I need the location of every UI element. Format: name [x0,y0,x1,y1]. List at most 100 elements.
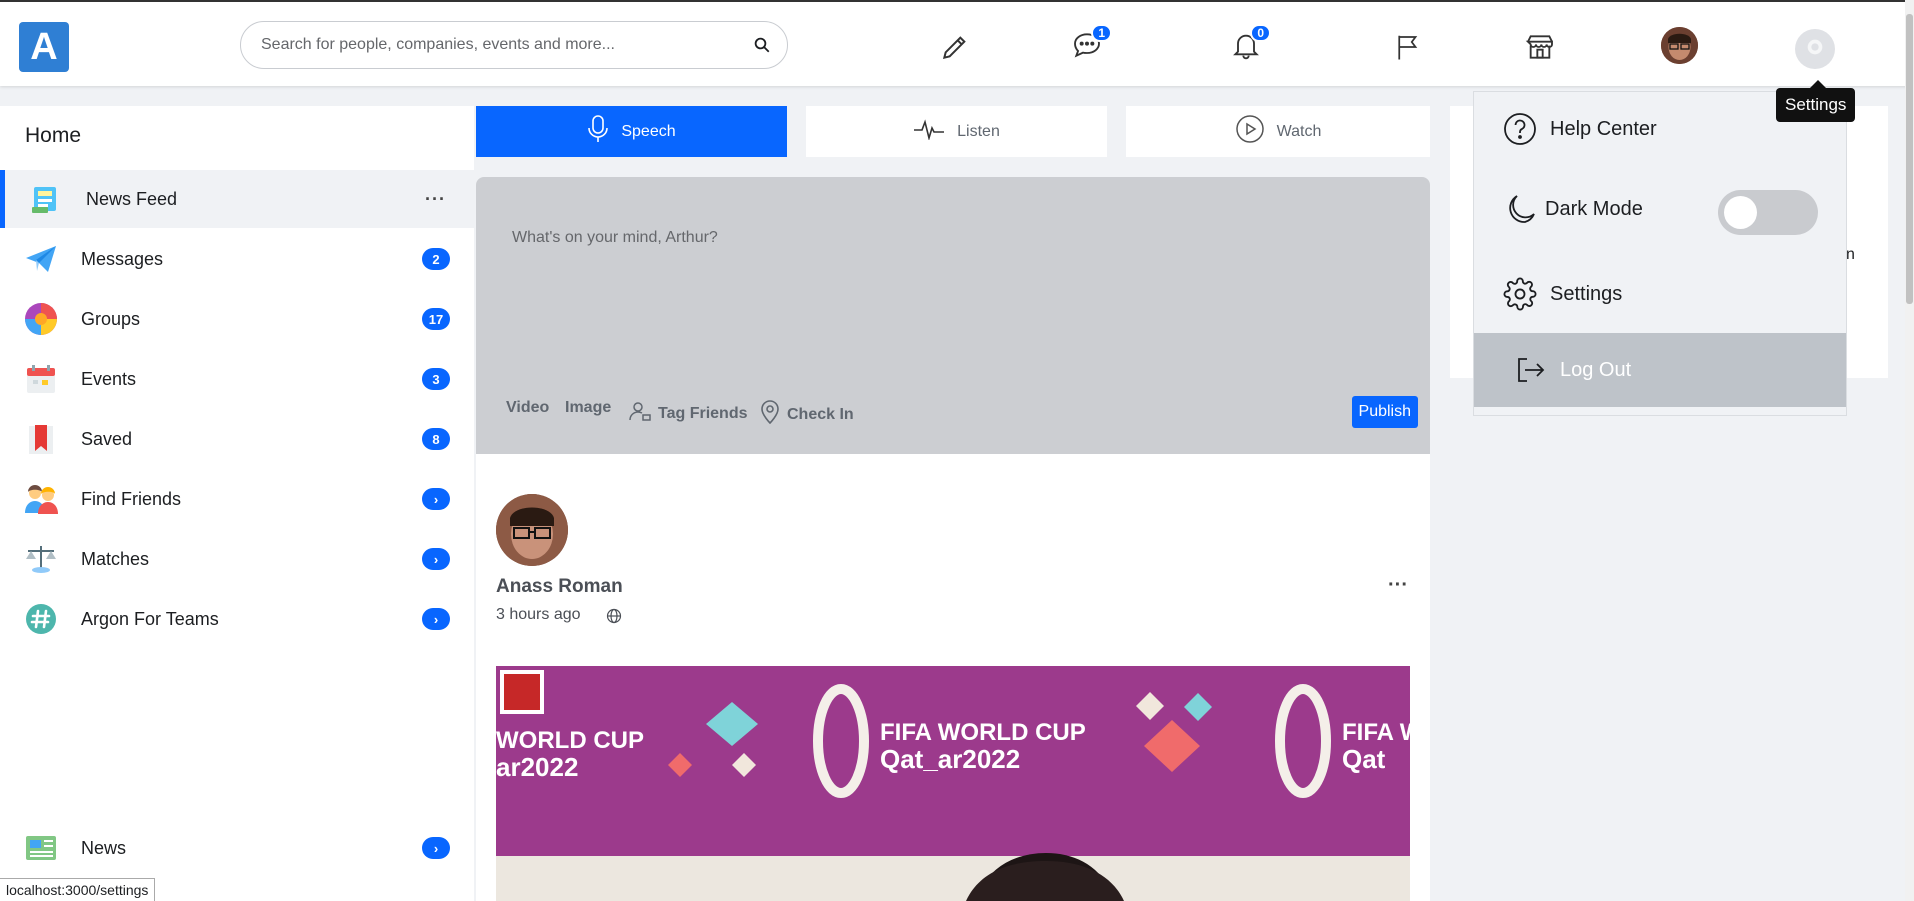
hashtag-icon [24,602,58,636]
messages-count-badge: 1 [1091,24,1112,42]
sidebar-item-label: Saved [81,428,133,449]
calendar-icon [24,362,58,396]
news-arrow-badge[interactable]: › [422,837,450,859]
news-feed-icon [29,182,63,216]
banner-text-center-bottom: Qat_ar2022 [880,744,1020,774]
post-timestamp: 3 hours ago [496,606,581,623]
sidebar-item-label: Groups [81,308,141,329]
search-input[interactable] [261,34,731,56]
menu-item-log-out[interactable]: Log Out [1474,333,1846,407]
notifications-nav-button[interactable]: 0 [1225,24,1271,68]
paper-plane-icon [24,242,58,276]
sidebar-item-label: Find Friends [81,488,182,509]
saved-count-badge: 8 [422,428,450,450]
settings-dropdown-menu: Help Center Dark Mode Settings Log Out [1473,91,1847,416]
messages-nav-button[interactable]: 1 [1066,24,1112,68]
sidebar-item-matches[interactable]: Matches › [0,530,474,588]
app-logo[interactable]: A [19,22,69,72]
right-card-partial-text: n [1846,246,1855,263]
sidebar-item-events[interactable]: Events 3 [0,350,474,408]
matches-arrow-badge[interactable]: › [422,548,450,570]
tab-speech[interactable]: Speech [476,106,787,157]
top-navbar: A 1 0 [0,0,1914,86]
groups-icon [24,302,58,336]
composer-tag-friends-button[interactable]: Tag Friends [628,399,748,428]
settings-tooltip: Settings [1776,80,1856,122]
news-feed-more-icon[interactable]: ··· [425,189,446,210]
banner-text-left-bottom: ar2022 [496,752,578,782]
tag-user-icon [628,399,652,428]
sidebar-item-groups[interactable]: Groups 17 [0,290,474,348]
menu-item-label: Help Center [1550,117,1657,140]
composer-textarea[interactable] [512,229,1372,349]
microphone-icon [587,114,609,149]
sidebar-item-argon-for-teams[interactable]: Argon For Teams › [0,590,474,648]
flag-icon[interactable] [1387,26,1429,68]
sidebar-item-label: Matches [81,548,150,569]
logout-icon [1512,352,1548,388]
sidebar-item-label: Argon For Teams [81,608,219,629]
post-more-options-icon[interactable]: ··· [1388,574,1408,597]
settings-gear-icon [1804,36,1826,63]
newspaper-icon [24,831,58,865]
search-icon[interactable] [753,36,771,59]
banner-text-right-top: FIFA W [1342,719,1410,746]
post-author-name[interactable]: Anass Roman [496,576,623,598]
search-bar [240,21,788,69]
tab-watch[interactable]: Watch [1126,106,1430,157]
waveform-icon [913,118,945,145]
banner-text-center-top: FIFA WORLD CUP [880,719,1086,746]
find-friends-icon [24,482,58,516]
events-count-badge: 3 [422,368,450,390]
tab-label: Watch [1276,122,1322,140]
menu-item-dark-mode[interactable]: Dark Mode [1474,172,1846,246]
notifications-count-badge: 0 [1250,24,1271,42]
sidebar-item-messages[interactable]: Messages 2 [0,230,474,288]
post-author-avatar[interactable] [496,494,568,566]
globe-icon [606,608,622,629]
sidebar-item-find-friends[interactable]: Find Friends › [0,470,474,528]
menu-item-label: Dark Mode [1545,197,1643,220]
find-friends-arrow-badge[interactable]: › [422,488,450,510]
composer-image-button[interactable]: Image [565,399,611,417]
publish-button[interactable]: Publish [1351,396,1418,428]
sidebar-item-label: News Feed [86,188,178,209]
action-label: Tag Friends [658,404,748,422]
help-circle-icon [1502,111,1538,147]
gear-icon [1502,276,1538,312]
composer-video-button[interactable]: Video [506,399,549,417]
action-label: Image [565,399,612,416]
moon-icon [1502,191,1538,227]
browser-status-url: localhost:3000/settings [0,878,156,901]
map-pin-icon [759,399,781,430]
menu-item-settings[interactable]: Settings [1474,257,1846,331]
scrollbar-thumb[interactable] [1906,14,1913,304]
composer-check-in-button[interactable]: Check In [759,399,854,430]
messages-count-badge: 2 [422,248,450,270]
dark-mode-toggle[interactable] [1718,190,1818,235]
tab-listen[interactable]: Listen [806,106,1107,157]
media-tabs: Speech Listen Watch [476,106,1430,157]
sidebar-item-news[interactable]: News › [0,819,474,877]
argon-for-teams-arrow-badge[interactable]: › [422,608,450,630]
left-sidebar: Home News Feed ··· Messages 2 Groups 17 … [0,106,474,901]
post-image[interactable]: WORLD CUP ar2022 FIFA WORLD CUP Qat_ar20… [496,666,1410,901]
store-icon[interactable] [1519,26,1561,68]
tab-label: Speech [621,122,676,140]
sidebar-item-news-feed[interactable]: News Feed ··· [0,170,474,228]
sidebar-item-saved[interactable]: Saved 8 [0,410,474,468]
sidebar-item-label: Events [81,368,137,389]
sidebar-title: Home [25,124,82,147]
action-label: Video [506,399,550,416]
scales-icon [24,542,58,576]
action-label: Check In [787,405,854,423]
sidebar-item-label: News [81,837,127,858]
pencil-icon[interactable] [934,26,976,68]
toggle-knob [1724,196,1757,229]
menu-item-label: Settings [1550,282,1623,305]
post-composer: Video Image Tag Friends Check In Publish [476,177,1430,454]
play-circle-icon [1235,114,1265,149]
settings-button[interactable] [1795,29,1835,69]
profile-avatar[interactable] [1661,27,1698,64]
page-scrollbar[interactable] [1905,0,1914,901]
